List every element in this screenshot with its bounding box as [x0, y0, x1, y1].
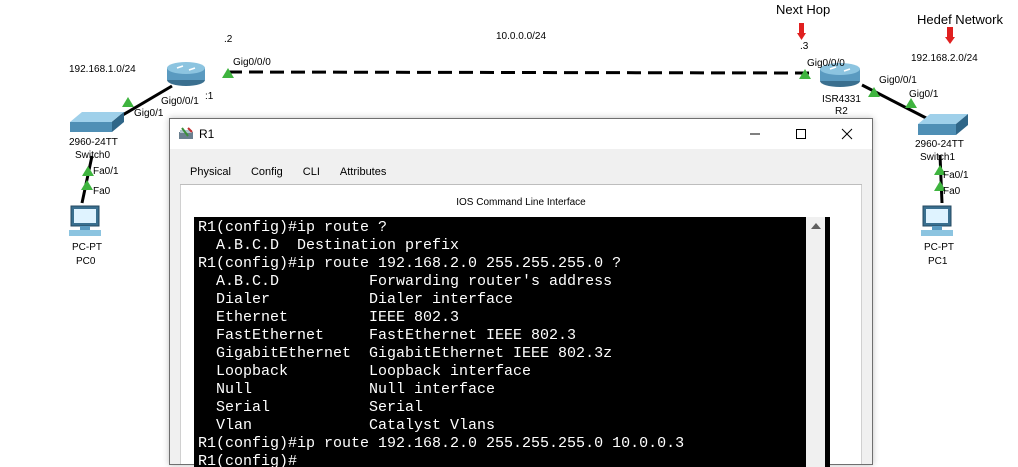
left-lan-network-label: 192.168.1.0/24 — [69, 64, 136, 75]
minimize-button[interactable] — [732, 119, 778, 149]
r1-wan-ip-label: .2 — [224, 34, 233, 45]
switch1-access-port-label: Fa0/1 — [943, 170, 969, 181]
scroll-up-arrow-icon[interactable] — [811, 223, 821, 229]
terminal-line: Serial Serial — [198, 399, 424, 416]
maximize-icon — [796, 129, 806, 139]
window-title: R1 — [199, 127, 215, 141]
switch1-uplink-port-label: Gig0/1 — [909, 89, 939, 100]
terminal-line: GigabitEthernet GigabitEthernet IEEE 802… — [198, 345, 613, 362]
destination-network-annotation: Hedef Network — [917, 12, 1003, 27]
pc0-name-label: PC0 — [76, 256, 96, 267]
tab-attributes[interactable]: Attributes — [330, 156, 396, 182]
device-tabs: Physical Config CLI Attributes — [180, 156, 396, 188]
next-hop-marker-icon — [797, 23, 806, 40]
terminal-line: FastEthernet FastEthernet IEEE 802.3 — [198, 327, 577, 344]
pc0-icon[interactable] — [69, 205, 101, 236]
destination-marker-icon — [945, 27, 955, 44]
right-lan-network-label: 192.168.2.0/24 — [911, 53, 978, 64]
terminal-line: Dialer Dialer interface — [198, 291, 514, 308]
minimize-icon — [750, 133, 760, 135]
pc1-icon[interactable] — [921, 205, 953, 236]
window-titlebar[interactable]: R1 — [170, 119, 872, 149]
terminal-line: A.B.C.D Destination prefix — [198, 237, 460, 254]
pc1-model-label: PC-PT — [924, 242, 954, 253]
link-r1-r2 — [227, 70, 811, 75]
terminal-line: A.B.C.D Forwarding router's address — [198, 273, 613, 290]
switch0-model-label: 2960-24TT — [69, 137, 118, 148]
device-window-r1[interactable]: R1 Physical Config CLI Attributes IOS Co… — [169, 118, 873, 467]
close-icon — [841, 128, 853, 140]
cli-panel-header: IOS Command Line Interface — [456, 197, 586, 208]
close-button[interactable] — [824, 119, 870, 149]
r2-lan-port-label: Gig0/0/1 — [879, 75, 917, 86]
pc1-port-label: Fa0 — [943, 186, 961, 197]
r2-model-label: ISR4331 — [822, 94, 861, 105]
r1-suffix-label: :1 — [205, 91, 214, 102]
r2-wan-ip-label: .3 — [800, 41, 809, 52]
next-hop-annotation: Next Hop — [776, 2, 831, 17]
terminal-output[interactable]: R1(config)#ip route ? A.B.C.D Destinatio… — [194, 217, 830, 467]
tab-physical[interactable]: Physical — [180, 156, 241, 182]
r2-name-label: R2 — [835, 106, 848, 117]
terminal-line: R1(config)#ip route ? — [198, 219, 388, 236]
switch1-model-label: 2960-24TT — [915, 139, 964, 150]
wan-network-label: 10.0.0.0/24 — [496, 31, 547, 42]
terminal-line: Vlan Catalyst Vlans — [198, 417, 496, 434]
pc0-model-label: PC-PT — [72, 242, 102, 253]
terminal-line: Loopback Loopback interface — [198, 363, 532, 380]
link-up-indicator — [81, 180, 93, 190]
tab-cli[interactable]: CLI — [293, 156, 330, 188]
router-app-icon — [179, 127, 193, 139]
pc1-name-label: PC1 — [928, 256, 948, 267]
terminal-scrollbar[interactable] — [806, 217, 825, 467]
switch0-access-port-label: Fa0/1 — [93, 166, 119, 177]
switch0-name-label: Switch0 — [75, 150, 111, 161]
router-r1-icon[interactable] — [167, 62, 205, 86]
switch1-name-label: Switch1 — [920, 152, 956, 163]
terminal-line: R1(config)#ip route 192.168.2.0 255.255.… — [198, 435, 685, 452]
pc0-port-label: Fa0 — [93, 186, 111, 197]
terminal-line: Null Null interface — [198, 381, 496, 398]
maximize-button[interactable] — [778, 119, 824, 149]
r1-wan-port-label: Gig0/0/0 — [233, 57, 271, 68]
r1-lan-port-label: Gig0/0/1 — [161, 96, 199, 107]
terminal-line: Ethernet IEEE 802.3 — [198, 309, 460, 326]
switch0-uplink-port-label: Gig0/1 — [134, 108, 164, 119]
terminal-line: R1(config)# — [198, 453, 298, 467]
link-switch0-pc0 — [80, 155, 94, 204]
terminal-line: R1(config)#ip route 192.168.2.0 255.255.… — [198, 255, 622, 272]
switch0-icon[interactable] — [70, 112, 124, 132]
link-up-indicator — [122, 97, 134, 107]
cli-terminal[interactable]: R1(config)#ip route ? A.B.C.D Destinatio… — [194, 217, 830, 467]
tab-config[interactable]: Config — [241, 156, 293, 182]
r2-wan-port-label: Gig0/0/0 — [807, 58, 845, 69]
